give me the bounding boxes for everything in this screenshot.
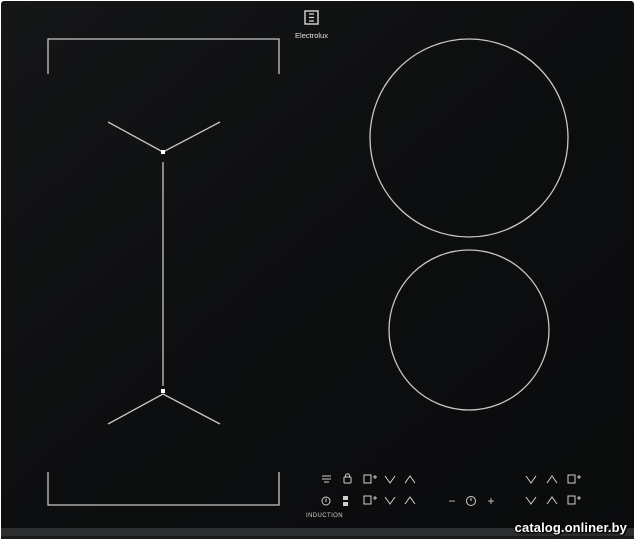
timer-minus-button[interactable]: − (448, 494, 455, 508)
timer-controls: − + (448, 494, 494, 508)
glass-surface (1, 1, 634, 537)
bridge-zone-lower-dot (161, 389, 165, 393)
front-edge-shadow (1, 536, 634, 539)
watermark: catalog.onliner.by (514, 520, 627, 535)
bridge-zone-upper-dot (161, 150, 165, 154)
induction-hob: Electrolux INDUCTION − + (1, 1, 634, 539)
timer-plus-button[interactable]: + (487, 494, 494, 508)
induction-label: INDUCTION (306, 513, 343, 519)
brand-name: Electrolux (295, 31, 328, 40)
